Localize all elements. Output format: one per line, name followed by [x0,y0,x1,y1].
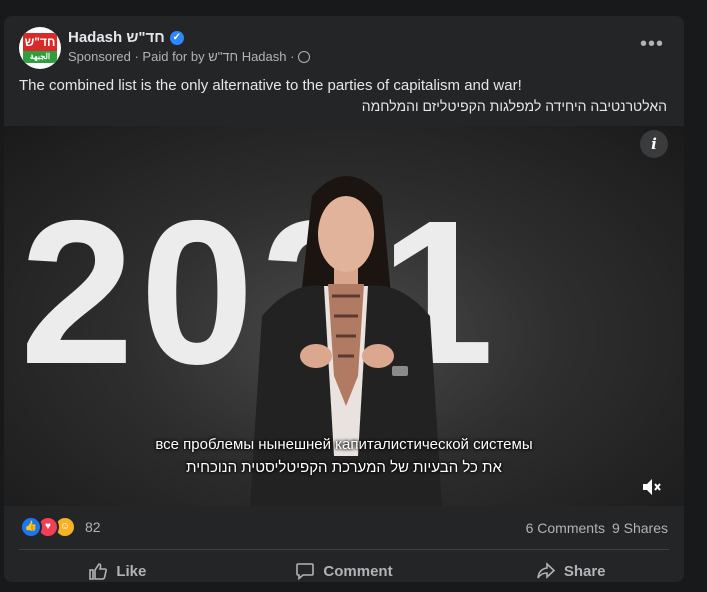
page-avatar[interactable]: חד"ש الجبهة [19,27,61,69]
subtitle-russian: все проблемы нынешней капиталистической … [155,436,533,453]
page-name-row: Hadash חד"ש ✓ [68,29,184,46]
page-name[interactable]: Hadash חד"ש [68,29,165,46]
globe-icon [298,50,311,63]
ad-info-button[interactable]: i [640,130,668,158]
sponsored-line: Sponsored · Paid for by חד"ש Hadash · [68,49,311,64]
comment-icon [296,563,315,581]
shares-count[interactable]: 9 Shares [612,520,668,536]
more-options-button[interactable]: ••• [636,30,668,62]
post-text-english: The combined list is the only alternativ… [19,77,522,94]
sponsored-post: חד"ש الجبهة Hadash חד"ש ✓ Sponsored · Pa… [4,16,684,582]
share-button[interactable]: Share [457,554,684,582]
reaction-count[interactable]: 82 [85,519,101,535]
reactions-summary[interactable]: 👍 ♥ ☺ 82 [20,516,101,538]
logo-bottom-text: الجبهة [29,52,51,61]
subtitle-hebrew: את כל הבעיות של המערכת הקפיטליסטית הנוכח… [186,459,502,476]
engagement-stats: 6 Comments 9 Shares [526,520,668,536]
like-button[interactable]: Like [4,554,231,582]
video-player[interactable]: 2021 i все проблемы нынешней капиталисти… [4,126,684,506]
like-label: Like [116,562,147,580]
share-label: Share [563,562,606,580]
muted-speaker-icon[interactable] [640,476,662,498]
thumbs-up-icon [89,563,108,580]
post-text-hebrew: האלטרנטיבה היחידה למפלגות הקפיטליזם והמל… [361,98,667,114]
divider [19,549,669,550]
comment-label: Comment [323,562,393,580]
like-icon: 👍 [20,516,42,538]
hadash-logo: חד"ש الجبهة [23,33,57,63]
sponsored-label[interactable]: Sponsored · Paid for by חד"ש Hadash · [68,49,294,64]
comments-count[interactable]: 6 Comments [526,520,605,536]
verified-badge-icon: ✓ [169,30,184,45]
share-icon [537,562,556,579]
logo-top-text: חד"ש [23,33,57,51]
comment-button[interactable]: Comment [231,554,458,582]
post-actions: Like Comment Share [4,554,684,582]
speaker-figure [250,176,442,506]
